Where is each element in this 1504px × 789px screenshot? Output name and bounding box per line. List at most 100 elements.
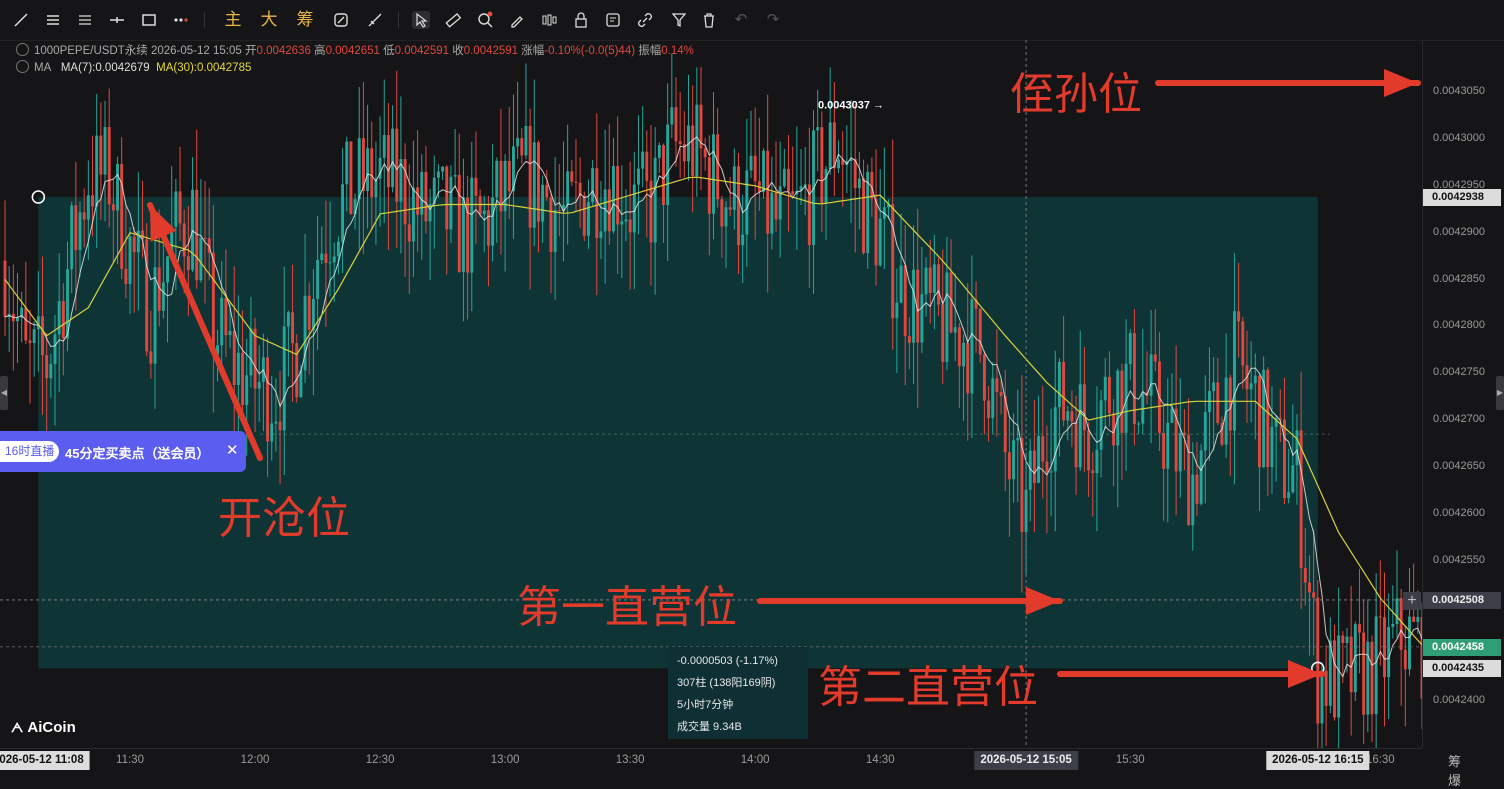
time-tick-label: 16:30 [1365,754,1395,766]
candle-body [637,168,640,185]
aicoin-logo: ᗅ AiCoin [11,719,76,736]
candle-body [61,301,65,339]
candle-body [407,224,411,242]
candle-body [666,124,670,206]
candle-body [828,122,832,170]
candle-body [103,127,107,175]
candle-body [895,302,899,319]
candle-body [966,342,970,394]
candle-body [1303,568,1307,583]
candle-body [395,128,399,202]
candle-body [824,169,828,203]
candle-body [416,187,420,215]
price-tick-label: 0.0043050 [1433,85,1485,98]
candle-body [1370,641,1374,715]
max-price-label: 0.0043037 → [818,99,884,111]
candle-body [482,210,486,215]
candle-body [978,308,982,355]
candle-body [1149,354,1153,396]
candle-body [1270,426,1274,468]
candle-body [1074,421,1078,468]
candlestick-chart[interactable]: 0.0043037 → [0,0,1422,748]
candle-body [278,421,282,431]
candle-body [1082,384,1086,431]
candle-body [749,155,753,171]
candle-body [1007,452,1011,480]
candle-body [1087,430,1091,471]
candle-body [816,127,820,131]
candle-body [1366,641,1370,715]
candle-body [732,166,736,210]
candle-body [132,236,136,253]
promo-text[interactable]: 45分定买卖点（送会员） [65,443,209,462]
chips-burst-toggle[interactable]: 筹 爆 [1448,751,1504,789]
candle-body [628,219,632,233]
candle-body [778,186,782,220]
candle-body [16,317,19,322]
candle-body [524,125,528,156]
candle-body [970,299,974,394]
candle-body [332,256,336,263]
candle-body [1362,632,1366,715]
price-tick-label: 0.0042550 [1433,553,1485,566]
price-tick-label: 0.0042750 [1433,366,1485,379]
live-promo-banner[interactable]: 16时直播 45分定买卖点（送会员） ✕ [0,431,246,472]
close-icon[interactable]: ✕ [226,441,239,459]
candle-body [982,354,986,401]
candle-body [770,192,774,234]
price-axis[interactable]: 0.0043050 0.0043000 0.0042950 0.0042900 0.00… [1422,40,1504,748]
candle-body [987,400,991,418]
candle-body [345,141,349,185]
left-collapse-handle[interactable]: ◀ [0,376,8,410]
candle-body [1191,474,1195,526]
candle-body [328,262,332,264]
candle-body [366,148,370,192]
candle-body [249,328,253,376]
candle-body [124,268,128,284]
candle-body [774,192,778,220]
candle-body [832,122,836,169]
candle-body [86,195,90,220]
candle-body [1012,440,1016,480]
candle-body [703,148,707,158]
candle-body [724,207,728,227]
candle-body [203,237,207,239]
candle-body [1391,624,1395,627]
candle-body [270,423,274,442]
candle-body [1095,449,1099,474]
arrow-stop-loss-head [1384,69,1418,97]
candle-body [566,171,570,205]
annotation-entry: 开沧位 [218,494,350,543]
candle-body [78,212,82,251]
candle-body [1032,450,1036,483]
price-tick-label: 0.0042400 [1433,694,1485,707]
range-change: -0.0000503 (-1.17%) [677,655,778,667]
candle-body [95,135,99,207]
candle-body [912,269,916,343]
annotation-take-profit-2: 第二直营位 [818,663,1038,712]
candle-body [862,178,865,253]
candle-body [720,199,724,227]
candle-body [1358,624,1361,633]
time-tick-label: 12:00 [240,754,270,766]
candle-body [1253,375,1257,384]
right-collapse-handle[interactable]: ▶ [1496,376,1504,410]
candle-body [878,218,882,266]
candle-body [232,331,236,386]
exit-time-tag: 2026-05-12 16:15 [1266,751,1370,770]
candle-body [70,205,74,270]
time-axis[interactable]: 11:30 12:00 12:30 13:00 13:30 14:00 14:30 15:30… [0,748,1422,774]
candle-body [557,210,561,212]
range-duration: 5小时7分钟 [677,699,734,711]
candle-body [1308,582,1311,593]
candle-body [253,328,257,389]
range-bars: 307柱 (138阳169阴) [677,677,776,689]
candle-body [53,334,57,364]
annotation-take-profit-1: 第一直营位 [517,583,737,632]
candle-body [195,189,199,281]
candle-body [649,180,653,243]
add-alert-icon[interactable]: + [1403,592,1421,610]
candle-body [928,267,932,293]
candle-body [1120,370,1124,433]
candle-body [907,335,911,343]
